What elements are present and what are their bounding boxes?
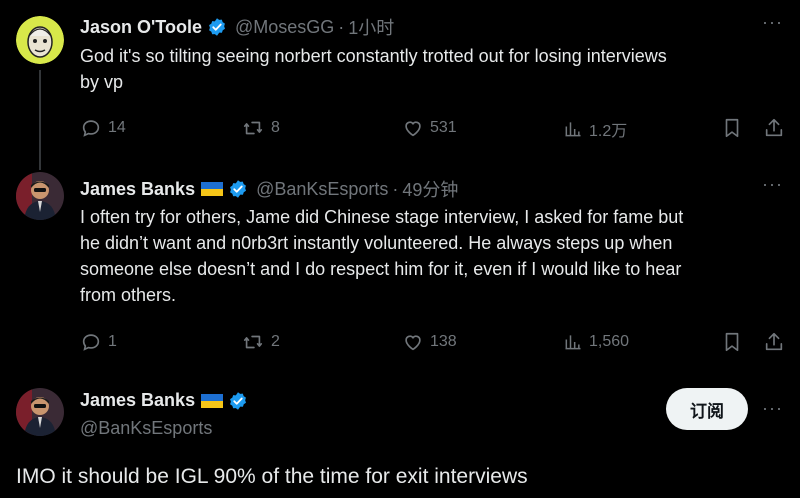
like-count: 531	[430, 119, 457, 136]
tweet-text: IMO it should be IGL 90% of the time for…	[16, 465, 528, 488]
more-icon[interactable]: ···	[762, 12, 783, 33]
reply-icon	[80, 117, 102, 139]
like-icon	[402, 117, 424, 139]
retweet-button[interactable]: 8	[241, 117, 280, 139]
like-icon	[402, 331, 424, 353]
verified-badge-icon	[228, 391, 248, 411]
tweet-text-line: someone else doesn’t and I do respect hi…	[80, 259, 682, 279]
bookmark-icon[interactable]	[721, 331, 743, 353]
tweet-text: God it's so tilting seeing norbert const…	[80, 43, 667, 95]
verified-badge-icon	[228, 179, 248, 199]
like-button[interactable]: 531	[402, 117, 457, 139]
timestamp[interactable]: 1小时	[348, 14, 394, 40]
tweet-text-line: by vp	[80, 72, 124, 92]
avatar[interactable]	[16, 16, 64, 64]
tweet-text: I often try for others, Jame did Chinese…	[80, 204, 683, 308]
views-count: 1.2万	[589, 123, 628, 140]
ukraine-flag-icon	[201, 393, 224, 408]
like-count: 138	[430, 333, 457, 350]
tweet-text-line: he didn’t want and n0rb3rt instantly vol…	[80, 233, 673, 253]
avatar[interactable]	[16, 388, 64, 436]
reply-icon	[80, 331, 102, 353]
views-icon	[563, 118, 583, 140]
views-button[interactable]: 1.2万	[563, 117, 627, 141]
more-icon[interactable]: ···	[762, 174, 783, 195]
author-handle[interactable]: @BanKsEsports	[80, 418, 212, 439]
views-button[interactable]: 1,560	[563, 331, 629, 353]
author-name[interactable]: James Banks	[80, 390, 195, 411]
verified-badge-icon	[207, 17, 227, 37]
like-button[interactable]: 138	[402, 331, 457, 353]
action-bar: 1 2 138 1,560	[0, 331, 800, 353]
retweet-icon	[241, 117, 265, 139]
author-handle[interactable]: @MosesGG	[235, 17, 334, 38]
reply-count: 14	[108, 119, 126, 136]
retweet-button[interactable]: 2	[241, 331, 280, 353]
author-handle[interactable]: @BanKsEsports	[256, 179, 388, 200]
tweet-text-line: God it's so tilting seeing norbert const…	[80, 46, 667, 66]
avatar[interactable]	[16, 172, 64, 220]
reply-button[interactable]: 14	[80, 117, 126, 139]
views-count: 1,560	[589, 333, 630, 350]
retweet-count: 2	[271, 333, 280, 350]
ukraine-flag-icon	[201, 182, 224, 196]
tweet-header: Jason O'Toole @MosesGG · 1小时	[80, 14, 394, 40]
author-name[interactable]: Jason O'Toole	[80, 17, 202, 38]
tweet-header: James Banks	[80, 390, 248, 411]
separator-dot: ·	[392, 178, 399, 199]
author-name[interactable]: James Banks	[80, 179, 195, 200]
tweet-header: James Banks @BanKsEsports · 49分钟	[80, 176, 458, 202]
reply-button[interactable]: 1	[80, 331, 117, 353]
share-icon[interactable]	[763, 117, 785, 139]
follow-button[interactable]: 订阅	[666, 388, 748, 430]
views-icon	[563, 331, 583, 353]
action-bar: 14 8 531 1.2万	[0, 117, 800, 141]
more-icon[interactable]: ···	[762, 398, 783, 419]
timestamp[interactable]: 49分钟	[402, 176, 458, 202]
reply-count: 1	[108, 333, 117, 350]
retweet-icon	[241, 331, 265, 353]
share-icon[interactable]	[763, 331, 785, 353]
tweet-text-line: from others.	[80, 285, 177, 305]
bookmark-icon[interactable]	[721, 117, 743, 139]
tweet-text-line: I often try for others, Jame did Chinese…	[80, 207, 684, 227]
separator-dot: ·	[338, 16, 345, 37]
retweet-count: 8	[271, 119, 280, 136]
